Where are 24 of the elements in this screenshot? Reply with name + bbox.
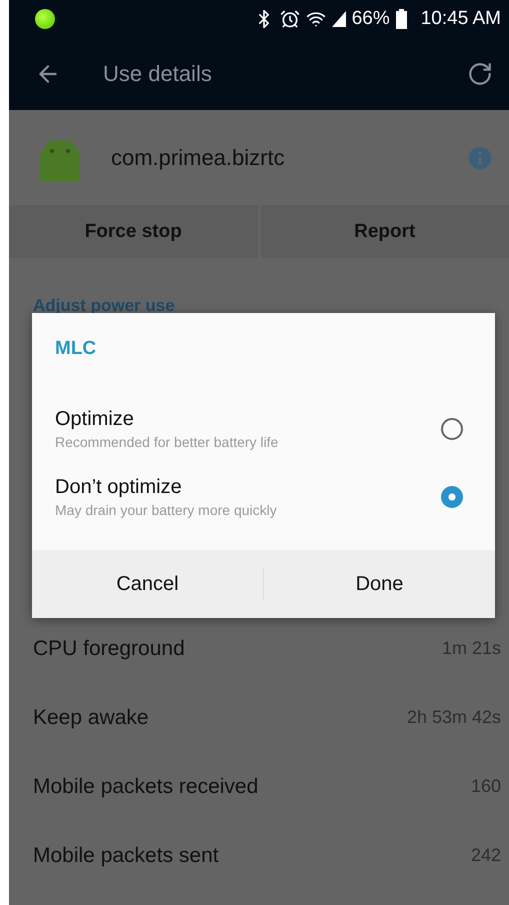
section-title: Adjust power use: [33, 296, 175, 316]
app-name: com.primea.bizrtc: [111, 144, 286, 170]
clock: 10:45 AM: [420, 8, 501, 30]
option-description: Recommended for better battery life: [55, 434, 280, 450]
option-label: Optimize: [55, 408, 135, 431]
radio-button[interactable]: [441, 418, 463, 440]
stat-label: Mobile packets sent: [33, 844, 219, 868]
stat-label: CPU foreground: [33, 636, 185, 660]
dialog-button[interactable]: Done: [264, 550, 495, 618]
notification-dot: [35, 9, 55, 29]
android-icon: [37, 134, 83, 182]
battery-percent: 66%: [352, 8, 390, 30]
radio-button[interactable]: [441, 486, 463, 508]
option-label: Don’t optimize: [55, 476, 183, 499]
dialog-button[interactable]: Cancel: [32, 550, 263, 618]
dialog-title: MLC: [54, 337, 98, 361]
signal-icon: [332, 11, 346, 27]
refresh-icon[interactable]: [467, 61, 493, 87]
option-description: May drain your battery more quickly: [55, 502, 278, 518]
stat-label: Mobile packets received: [33, 774, 258, 798]
screen-title: Use details: [103, 61, 213, 87]
stat-label: Keep awake: [33, 706, 149, 730]
battery-icon: [396, 9, 407, 29]
alarm-icon: [280, 9, 300, 29]
